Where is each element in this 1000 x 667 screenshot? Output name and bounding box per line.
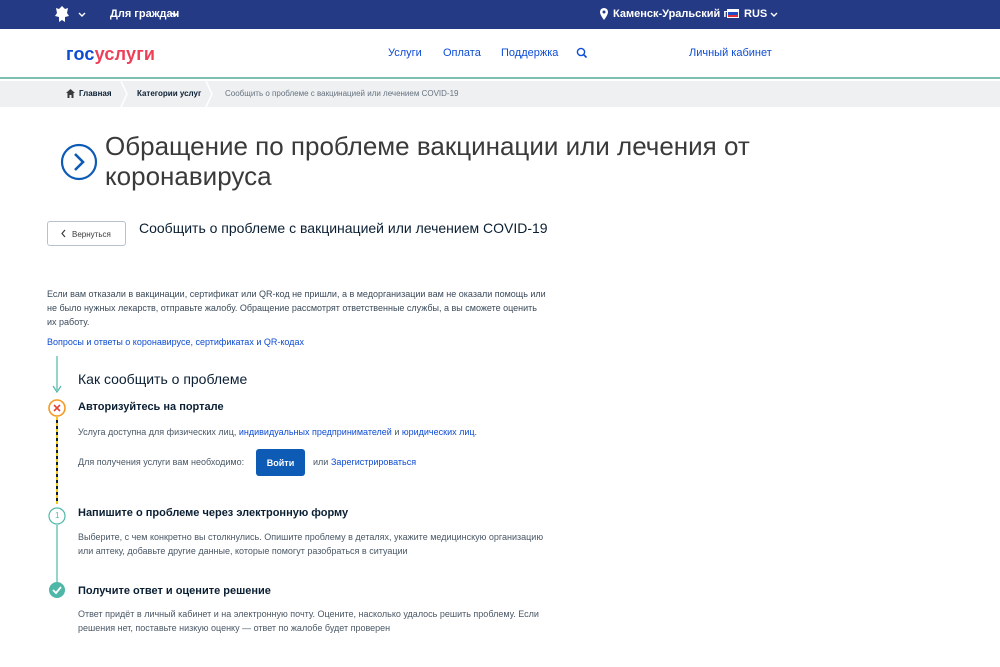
step-title-answer: Получите ответ и оцените решение [78, 585, 271, 597]
step-text-answer: Ответ придёт в личный кабинет и на элект… [78, 609, 539, 633]
individual-entrepreneurs-link[interactable]: индивидуальных предпринимателей [239, 427, 392, 437]
chevron-down-icon[interactable] [770, 11, 778, 19]
russian-flag-icon [727, 9, 739, 18]
breadcrumb-separator [205, 81, 213, 107]
top-bar: Для граждан Каменск-Уральский г RUS [0, 0, 1000, 29]
city-selector[interactable]: Каменск-Уральский г [613, 8, 728, 20]
step-number: 1 [55, 511, 60, 520]
step-title-form: Напишите о проблеме через электронную фо… [78, 507, 349, 519]
search-icon[interactable] [576, 47, 588, 59]
nav-payment[interactable]: Оплата [443, 47, 481, 59]
chevron-down-icon[interactable] [171, 11, 179, 19]
back-button[interactable]: Вернуться [47, 221, 126, 246]
breadcrumb-home[interactable]: Главная [79, 89, 112, 98]
faq-link[interactable]: Вопросы и ответы о коронавирусе, сертифи… [47, 337, 304, 347]
step-text-auth: Услуга доступна для физических лиц, инди… [78, 427, 478, 437]
breadcrumb-current: Сообщить о проблеме с вакцинацией или ле… [225, 89, 459, 98]
breadcrumb: Главная Категории услуг Сообщить о пробл… [0, 81, 1000, 107]
service-subtitle: Сообщить о проблеме с вакцинацией или ле… [139, 220, 548, 236]
chevron-left-icon [61, 229, 66, 238]
breadcrumb-categories[interactable]: Категории услуг [137, 89, 201, 98]
legal-entities-link[interactable]: юридических лиц [402, 427, 475, 437]
step-done-icon [49, 582, 65, 598]
nav-services[interactable]: Услуги [388, 47, 422, 59]
login-button[interactable]: Войти [256, 449, 305, 476]
need-text: Для получения услуги вам необходимо: [78, 457, 245, 467]
site-header: госуслуги Услуги Оплата Поддержка Личный… [0, 29, 1000, 79]
step-text-form: Выберите, с чем конкретно вы столкнулись… [78, 532, 544, 556]
register-link[interactable]: Зарегистрироваться [331, 457, 416, 467]
steps-heading: Как сообщить о проблеме [78, 371, 248, 387]
personal-account-link[interactable]: Личный кабинет [689, 47, 772, 59]
language-selector[interactable]: RUS [744, 8, 767, 20]
coat-of-arms-icon[interactable] [53, 5, 71, 24]
intro-text: Если вам отказали в вакцинации, сертифик… [47, 289, 546, 327]
for-citizens-menu[interactable]: Для граждан [110, 8, 179, 20]
steps-timeline [48, 356, 66, 598]
nav-support[interactable]: Поддержка [501, 47, 558, 59]
step-title-auth: Авторизуйтесь на портале [78, 401, 224, 413]
or-text: или [313, 457, 329, 467]
gosuslugi-logo[interactable]: госуслуги [66, 44, 155, 65]
location-pin-icon [600, 8, 608, 20]
arrow-right-circle-icon [60, 143, 98, 181]
breadcrumb-separator [120, 81, 128, 107]
home-icon[interactable] [66, 89, 75, 98]
chevron-down-icon[interactable] [78, 11, 86, 19]
page-title: Обращение по проблеме вакцинации или леч… [105, 131, 750, 191]
